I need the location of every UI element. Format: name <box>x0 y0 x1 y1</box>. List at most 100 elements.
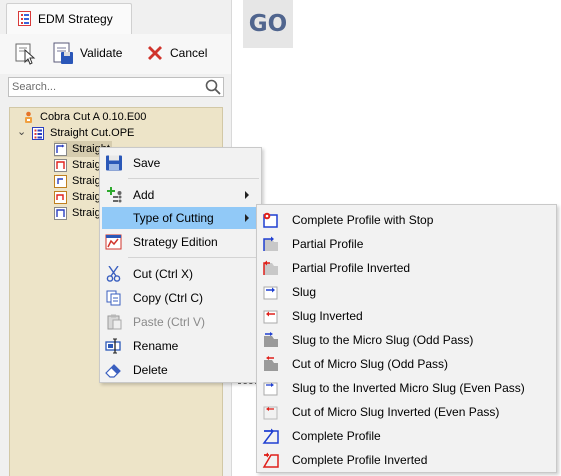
menu-label: Cut (Ctrl X) <box>133 267 193 281</box>
submenu-item-cut-micro-odd[interactable]: Cut of Micro Slug (Odd Pass) <box>259 352 554 376</box>
menu-item-strategy-edition[interactable]: Strategy Edition <box>102 231 259 253</box>
tree-item-operation[interactable]: Straight Cut.OPE <box>32 125 134 141</box>
submenu-arrow-icon <box>245 191 249 199</box>
menu-item-delete[interactable]: Delete <box>102 359 259 381</box>
paste-icon <box>107 314 122 330</box>
tree-operation-label: Straight Cut.OPE <box>50 127 135 139</box>
copy-icon <box>106 290 121 306</box>
cancel-x-icon <box>148 46 162 60</box>
submenu-label: Partial Profile Inverted <box>292 261 411 275</box>
submenu-item-partial-profile[interactable]: Partial Profile <box>259 232 554 256</box>
submenu-label: Slug <box>292 285 317 299</box>
slug-micro-even-icon <box>263 382 278 396</box>
validate-label: Validate <box>80 46 123 60</box>
cut-micro-even-icon <box>263 406 278 420</box>
save-icon <box>106 155 122 171</box>
search-icon[interactable] <box>205 79 221 95</box>
tree-cut-label: Straight Cut <box>72 191 100 203</box>
complete-profile-icon <box>262 428 279 444</box>
submenu-arrow-icon <box>245 214 249 222</box>
submenu-item-slug-inverted[interactable]: Slug Inverted <box>259 304 554 328</box>
operation-doc-icon <box>32 126 44 140</box>
strategy-edition-icon <box>105 234 122 250</box>
submenu-item-complete-profile-with-stop[interactable]: Complete Profile with Stop <box>259 208 554 232</box>
cut-micro-odd-icon <box>264 356 278 371</box>
search-input[interactable] <box>12 80 197 94</box>
type-of-cutting-submenu: Complete Profile with Stop Partial Profi… <box>256 204 557 473</box>
slug-micro-odd-icon <box>264 332 278 347</box>
tree-item-cut-4[interactable]: Straight Cut <box>54 189 100 205</box>
strategy-doc-icon <box>18 11 31 26</box>
partial-profile-inverted-icon <box>263 260 278 275</box>
submenu-label: Complete Profile with Stop <box>292 213 434 227</box>
toolbar: Validate Cancel <box>0 34 231 74</box>
submenu-label: Cut of Micro Slug (Odd Pass) <box>292 357 449 371</box>
menu-item-paste[interactable]: Paste (Ctrl V) <box>102 311 259 333</box>
select-tool-button[interactable] <box>13 40 39 66</box>
eraser-icon <box>105 364 121 378</box>
cancel-label: Cancel <box>170 46 208 60</box>
submenu-item-complete-profile[interactable]: Complete Profile <box>259 424 554 448</box>
context-menu: Save Add Type of Cutting Strategy Editio… <box>99 147 262 383</box>
menu-label: Add <box>133 188 155 202</box>
validate-button[interactable]: Validate <box>52 40 122 66</box>
menu-item-cut[interactable]: Cut (Ctrl X) <box>102 263 259 285</box>
complete-profile-stop-icon <box>263 212 278 228</box>
go-button[interactable]: GO <box>243 0 293 48</box>
tree-cut-label: Straight Cut <box>72 175 100 187</box>
tree-item-cut-2[interactable]: Straight Cut <box>54 157 100 173</box>
slug-icon <box>54 174 67 188</box>
tree-root-label: Cobra Cut A 0.10.E00 <box>40 111 147 123</box>
menu-item-save[interactable]: Save <box>102 152 259 174</box>
menu-item-copy[interactable]: Copy (Ctrl C) <box>102 287 259 309</box>
menu-label: Copy (Ctrl C) <box>133 291 204 305</box>
menu-label: Delete <box>133 363 168 377</box>
validate-icon <box>53 42 73 64</box>
menu-label: Type of Cutting <box>133 211 214 225</box>
tree-item-cut-3[interactable]: Straight Cut <box>54 173 100 189</box>
cobra-cut-icon <box>25 111 32 123</box>
search-box <box>8 77 224 97</box>
submenu-label: Slug to the Micro Slug (Odd Pass) <box>292 333 474 347</box>
menu-item-rename[interactable]: Rename <box>102 335 259 357</box>
submenu-item-slug[interactable]: Slug <box>259 280 554 304</box>
submenu-item-cut-micro-even[interactable]: Cut of Micro Slug Inverted (Even Pass) <box>259 400 554 424</box>
add-icon <box>107 187 122 203</box>
tree-item-root[interactable]: Cobra Cut A 0.10.E00 <box>22 109 146 125</box>
partial-profile-icon <box>263 236 278 251</box>
menu-label: Rename <box>133 339 179 353</box>
rename-icon <box>105 338 121 354</box>
submenu-item-partial-profile-inverted[interactable]: Partial Profile Inverted <box>259 256 554 280</box>
submenu-label: Cut of Micro Slug Inverted (Even Pass) <box>292 405 500 419</box>
submenu-label: Complete Profile <box>292 429 381 443</box>
tab-edm-strategy[interactable]: EDM Strategy <box>6 3 132 34</box>
submenu-item-slug-micro-odd[interactable]: Slug to the Micro Slug (Odd Pass) <box>259 328 554 352</box>
submenu-item-slug-micro-even[interactable]: Slug to the Inverted Micro Slug (Even Pa… <box>259 376 554 400</box>
partial-profile-inverted-icon <box>54 158 67 172</box>
menu-label: Paste (Ctrl V) <box>133 315 206 329</box>
submenu-item-complete-profile-inverted[interactable]: Complete Profile Inverted <box>259 448 554 472</box>
submenu-label: Slug to the Inverted Micro Slug (Even Pa… <box>292 381 525 395</box>
slug-inverted-icon <box>263 310 278 324</box>
slug-icon <box>263 286 278 300</box>
select-cursor-icon <box>15 43 36 65</box>
cancel-button[interactable]: Cancel <box>146 40 207 66</box>
tree-cut-label: Straight Cut <box>72 159 100 171</box>
submenu-label: Complete Profile Inverted <box>292 453 428 467</box>
scissors-icon <box>106 266 121 282</box>
partial-profile-icon <box>54 206 67 220</box>
tree-item-cut-5[interactable]: Straight Cut <box>54 205 100 221</box>
menu-item-type-of-cutting[interactable]: Type of Cutting <box>102 207 259 229</box>
collapse-toggle-icon[interactable]: ⌄ <box>17 125 26 138</box>
menu-label: Save <box>133 156 161 170</box>
partial-profile-icon <box>54 142 67 156</box>
slug-inverted-icon <box>54 190 67 204</box>
complete-profile-inverted-icon <box>262 452 279 468</box>
menu-item-add[interactable]: Add <box>102 184 259 206</box>
menu-label: Strategy Edition <box>133 235 218 249</box>
submenu-label: Slug Inverted <box>292 309 363 323</box>
tab-label: EDM Strategy <box>38 12 113 26</box>
menu-separator <box>128 178 259 179</box>
tree-cut-label: Straight Cut <box>72 207 100 219</box>
dashed-guide-line <box>238 383 258 384</box>
